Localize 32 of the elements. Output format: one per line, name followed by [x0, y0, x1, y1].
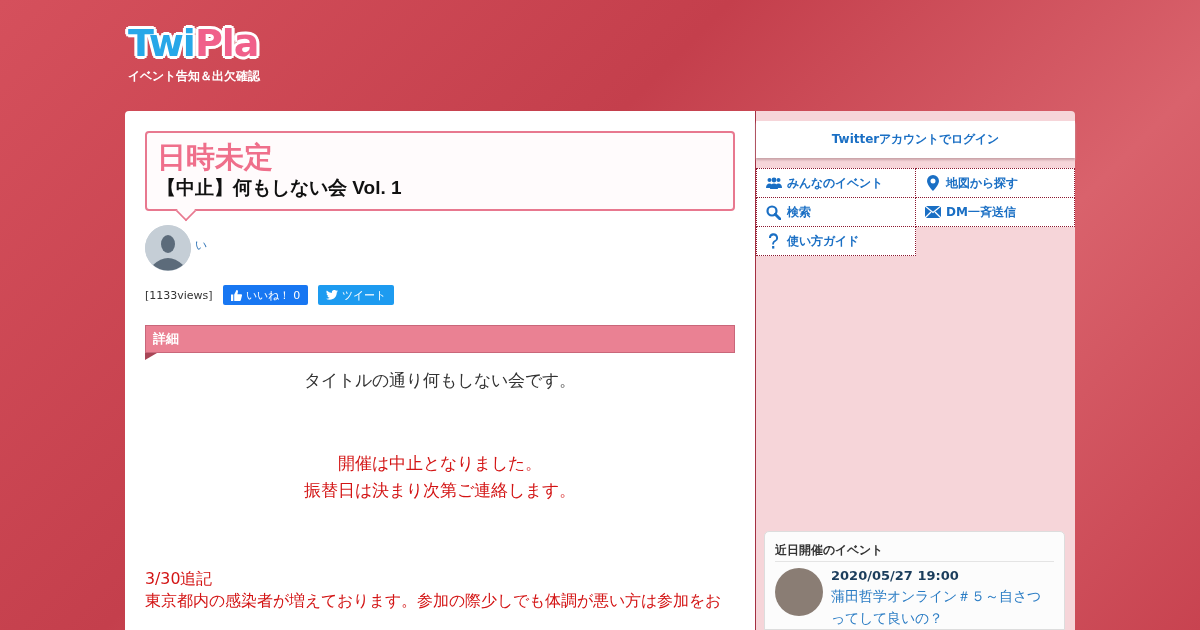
photo-placeholder [775, 568, 823, 616]
tagline: イベント告知＆出欠確認 [128, 68, 261, 85]
section-heading: 詳細 [145, 325, 735, 353]
map-pin-icon [926, 175, 939, 191]
nav-link[interactable]: 使い方ガイド [756, 226, 916, 256]
detail-text: 3/30追記 [145, 568, 214, 590]
envelope-icon [924, 206, 941, 218]
tweet-button[interactable]: ツイート [318, 285, 395, 305]
event-date: 日時未定 [157, 139, 274, 175]
nav-link[interactable]: 検索 [756, 197, 916, 227]
card-heading: 近日開催のイベント [775, 542, 1054, 562]
detail-text: 振替日は決まり次第ご連絡します。 [303, 479, 577, 502]
detail-text: 開催は中止となりました。 [337, 452, 543, 475]
ribbon-fold [145, 353, 157, 360]
detail-text: タイトルの通り何もしない会です。 [303, 369, 577, 392]
event-date: 2020/05/27 19:00 [831, 568, 960, 583]
like-button[interactable]: いいね！ 0 [222, 285, 309, 305]
nav-link[interactable]: みんなのイベント [756, 168, 916, 198]
event-title: 【中止】何もしない会 Vol. 1 [157, 176, 403, 200]
login-link[interactable]: Twitterアカウントでログイン [756, 121, 1075, 158]
question-mark-icon [768, 233, 779, 249]
nav-link[interactable]: DM一斉送信 [915, 197, 1075, 227]
bird-icon [326, 290, 339, 300]
view-count: [1133views] [145, 288, 213, 302]
event-link[interactable]: 蒲田哲学オンライン＃５～自さつってして良いの？ [831, 585, 1054, 629]
avatar-icon[interactable] [145, 225, 191, 271]
organizer-link[interactable]: い [195, 236, 207, 254]
detail-text: 東京都内の感染者が増えております。参加の際少しでも体調が悪い方は参加をお [145, 590, 722, 612]
thumbs-up-icon [230, 289, 242, 301]
people-icon [765, 177, 782, 189]
search-icon [766, 204, 781, 220]
nav-link[interactable]: 地図から探す [915, 168, 1075, 198]
